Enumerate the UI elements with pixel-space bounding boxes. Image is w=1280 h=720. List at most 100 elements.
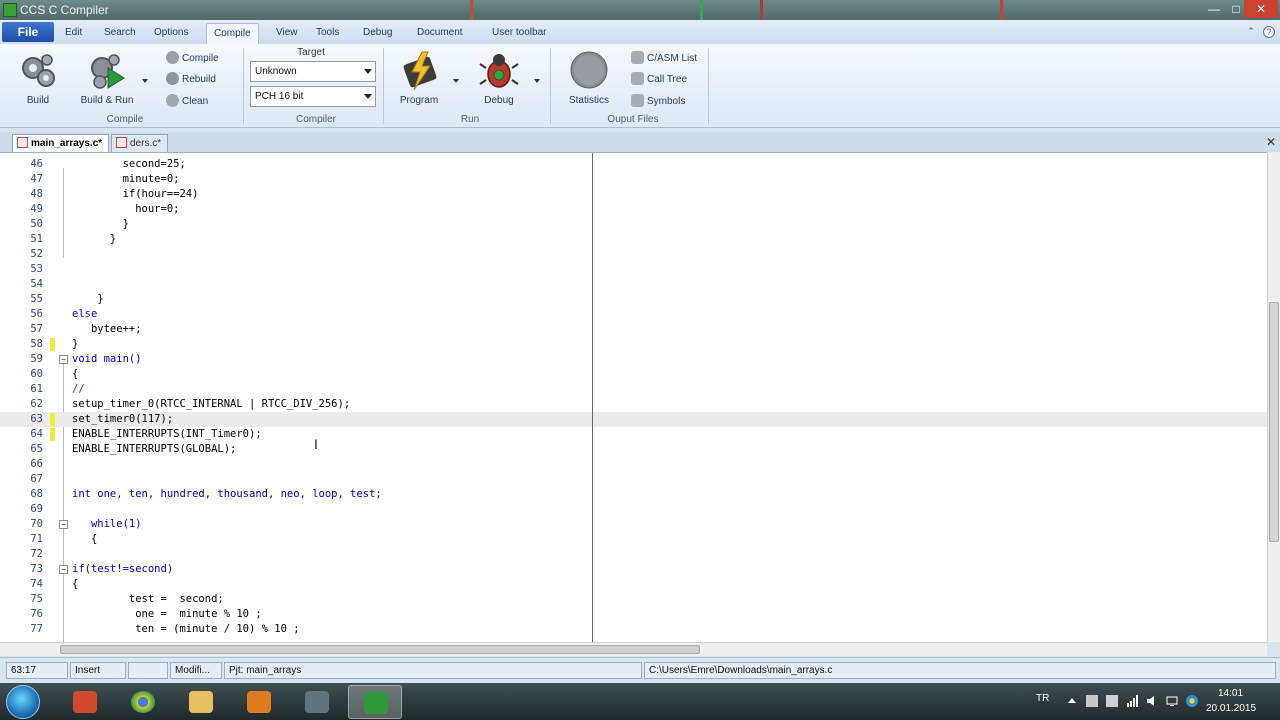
- code-line: 51 }: [30, 233, 117, 245]
- tab-file[interactable]: File: [2, 22, 54, 42]
- code-line: 67: [30, 473, 43, 485]
- cursor-position: 63:17: [6, 662, 68, 679]
- editor-split-divider[interactable]: [592, 153, 593, 642]
- ribbon-separator: [550, 48, 551, 124]
- code-line: −59 void main(): [30, 353, 142, 365]
- compiler-select[interactable]: PCH 16 bit: [250, 86, 376, 107]
- title-decoration: [700, 0, 703, 20]
- c-file-icon: [116, 137, 127, 148]
- help-icon[interactable]: ?: [1263, 26, 1275, 38]
- display-icon[interactable]: [1166, 695, 1178, 707]
- code-editor[interactable]: 46 second=25; 47 minute=0; 48 if(hour==2…: [0, 152, 1267, 642]
- symbols-button[interactable]: Symbols: [631, 94, 685, 110]
- rebuild-label: Rebuild: [182, 74, 216, 85]
- tab-edit[interactable]: Edit: [65, 27, 82, 38]
- build-run-dropdown-icon[interactable]: [142, 79, 148, 83]
- usb-icon[interactable]: [1106, 695, 1118, 707]
- doc-tab-main-arrays[interactable]: main_arrays.c*: [12, 134, 110, 152]
- modified-line-marker: [50, 413, 55, 426]
- build-label: Build: [26, 95, 50, 106]
- tab-search[interactable]: Search: [104, 27, 136, 38]
- fold-toggle-icon[interactable]: −: [59, 520, 68, 529]
- code-line-current: 63 set_timer0(117);: [0, 412, 1267, 427]
- code-line: 48 if(hour==24): [30, 188, 199, 200]
- clock-time[interactable]: 14:01: [1218, 688, 1243, 699]
- vertical-scrollbar[interactable]: [1267, 152, 1280, 642]
- taskbar-app-ccs[interactable]: [348, 685, 402, 719]
- call-tree-button[interactable]: Call Tree: [631, 72, 687, 88]
- code-line: 55 }: [30, 293, 104, 305]
- tab-view[interactable]: View: [276, 27, 298, 38]
- clean-button[interactable]: Clean: [166, 94, 208, 110]
- build-run-button[interactable]: Build & Run: [78, 50, 136, 106]
- horizontal-scroll-thumb[interactable]: [60, 645, 700, 654]
- show-hidden-icons-icon[interactable]: [1066, 695, 1078, 707]
- compile-button[interactable]: Compile: [166, 51, 219, 67]
- debug-dropdown-icon[interactable]: [534, 79, 540, 83]
- fold-toggle-icon[interactable]: −: [59, 565, 68, 574]
- ribbon-separator: [243, 48, 244, 124]
- action-center-icon[interactable]: [1086, 695, 1098, 707]
- code-line: 47 minute=0;: [30, 173, 180, 185]
- clean-label: Clean: [182, 96, 209, 107]
- code-line: 69: [30, 503, 43, 515]
- taskbar-app-explorer[interactable]: [174, 685, 228, 719]
- tab-options[interactable]: Options: [154, 27, 188, 38]
- window-title: CCS C Compiler: [20, 3, 109, 17]
- drive-sync-icon[interactable]: [1186, 695, 1198, 707]
- ribbon-minimize-icon[interactable]: ⌃: [1245, 26, 1257, 38]
- rebuild-icon: [166, 72, 179, 85]
- debug-button[interactable]: Debug: [476, 50, 522, 106]
- clock-date[interactable]: 20.01.2015: [1206, 703, 1256, 714]
- code-line: 74{: [30, 578, 79, 590]
- program-button[interactable]: Program: [394, 50, 444, 106]
- title-decoration: [760, 0, 763, 20]
- doc-tab-ders[interactable]: ders.c*: [111, 134, 169, 152]
- build-button[interactable]: Build: [12, 50, 64, 106]
- start-button[interactable]: [6, 685, 40, 719]
- code-line: 53: [30, 263, 43, 275]
- ribbon: Build Build & Run Compile Rebuild Clean …: [0, 44, 1280, 128]
- compile-label: Compile: [182, 53, 219, 64]
- code-line: −73 if(test!=second): [30, 563, 174, 575]
- code-line: 57 bytee++;: [30, 323, 142, 335]
- taskbar-app-chrome[interactable]: [116, 685, 170, 719]
- language-indicator[interactable]: TR: [1036, 693, 1049, 704]
- chevron-down-icon: [364, 94, 372, 99]
- casm-list-button[interactable]: C/ASM List: [631, 51, 697, 67]
- text-cursor-icon: I: [314, 436, 318, 452]
- volume-icon[interactable]: [1146, 695, 1158, 707]
- code-line: 46 second=25;: [30, 158, 186, 170]
- taskbar-app-media[interactable]: [232, 685, 286, 719]
- code-line: 65 ENABLE_INTERRUPTS(GLOBAL);: [30, 443, 237, 455]
- tab-document[interactable]: Document: [417, 27, 463, 38]
- rebuild-button[interactable]: Rebuild: [166, 72, 216, 88]
- program-dropdown-icon[interactable]: [453, 79, 459, 83]
- tab-debug[interactable]: Debug: [363, 27, 392, 38]
- network-icon[interactable]: [1126, 695, 1138, 707]
- tree-icon: [631, 72, 644, 85]
- compiler-group-label: Compiler: [295, 114, 336, 125]
- taskbar-app-mail[interactable]: [58, 685, 112, 719]
- tab-user-toolbar[interactable]: User toolbar: [492, 27, 546, 38]
- code-line: 61//: [30, 383, 85, 395]
- code-line: 62 setup_timer_0(RTCC_INTERNAL | RTCC_DIV…: [30, 398, 351, 410]
- statistics-button[interactable]: Statistics: [563, 50, 615, 106]
- program-icon: [403, 51, 437, 91]
- horizontal-scrollbar[interactable]: [0, 642, 1267, 656]
- target-select[interactable]: Unknown: [250, 61, 376, 82]
- vertical-scroll-thumb[interactable]: [1269, 302, 1279, 542]
- code-line: 64 ENABLE_INTERRUPTS(INT_Timer0);: [30, 428, 262, 441]
- taskbar-app-tool[interactable]: [290, 685, 344, 719]
- code-line: 50 }: [30, 218, 129, 230]
- mail-app-icon: [73, 691, 97, 713]
- close-document-icon[interactable]: ✕: [1266, 135, 1276, 149]
- code-line: 75 test = second;: [30, 593, 224, 605]
- code-line: −70 while(1): [30, 518, 142, 530]
- code-line: 72: [30, 548, 43, 560]
- close-button[interactable]: ✕: [1244, 0, 1278, 18]
- fold-toggle-icon[interactable]: −: [59, 355, 68, 364]
- tab-tools[interactable]: Tools: [316, 27, 339, 38]
- list-icon: [631, 51, 644, 64]
- tab-compile[interactable]: Compile: [206, 23, 259, 44]
